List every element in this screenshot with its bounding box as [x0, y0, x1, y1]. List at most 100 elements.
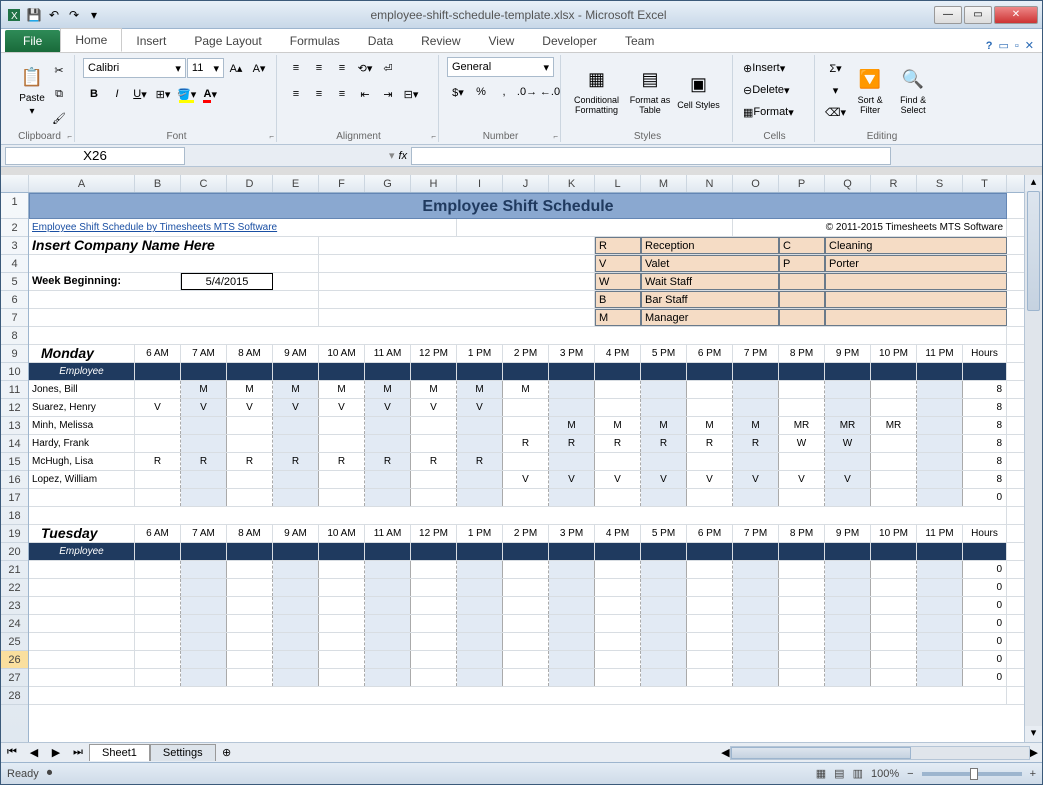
- minimize-ribbon-icon[interactable]: ▭: [998, 39, 1008, 52]
- decrease-font-icon[interactable]: A▾: [249, 58, 269, 78]
- shift-cell[interactable]: [181, 489, 227, 506]
- format-painter-icon[interactable]: 🖌: [49, 108, 69, 128]
- shift-cell[interactable]: [733, 561, 779, 578]
- row-header-21[interactable]: 21: [1, 561, 28, 579]
- tab-nav-next-icon[interactable]: ▶: [46, 743, 66, 763]
- employee-name[interactable]: Suarez, Henry: [29, 399, 135, 416]
- shift-cell[interactable]: R: [135, 453, 181, 470]
- cell-grid[interactable]: Employee Shift ScheduleEmployee Shift Sc…: [29, 193, 1024, 742]
- shift-cell[interactable]: [503, 399, 549, 416]
- shift-cell[interactable]: R: [227, 453, 273, 470]
- tab-page-layout[interactable]: Page Layout: [180, 30, 275, 52]
- shift-cell[interactable]: [135, 651, 181, 668]
- hours-cell[interactable]: 8: [963, 417, 1007, 434]
- insert-cells-button[interactable]: ⊕ Insert ▾: [742, 58, 812, 78]
- tab-home[interactable]: Home: [60, 28, 122, 52]
- align-top-icon[interactable]: ≡: [286, 58, 306, 78]
- shift-cell[interactable]: [365, 633, 411, 650]
- shift-cell[interactable]: [733, 651, 779, 668]
- row-header-24[interactable]: 24: [1, 615, 28, 633]
- shift-cell[interactable]: [273, 417, 319, 434]
- orientation-icon[interactable]: ⟲▾: [355, 58, 375, 78]
- shift-cell[interactable]: [365, 435, 411, 452]
- company-name[interactable]: Insert Company Name Here: [29, 237, 319, 254]
- sheet-tab-settings[interactable]: Settings: [150, 744, 216, 761]
- employee-name[interactable]: [29, 651, 135, 668]
- undo-icon[interactable]: ↶: [45, 6, 63, 24]
- shift-cell[interactable]: [503, 489, 549, 506]
- shift-cell[interactable]: V: [687, 471, 733, 488]
- shift-cell[interactable]: [779, 561, 825, 578]
- name-box[interactable]: [5, 147, 185, 165]
- shift-cell[interactable]: [549, 399, 595, 416]
- shift-cell[interactable]: [135, 489, 181, 506]
- hours-hdr[interactable]: Hours: [963, 525, 1007, 542]
- employee-name[interactable]: Lopez, William: [29, 471, 135, 488]
- shift-cell[interactable]: [457, 435, 503, 452]
- shift-cell[interactable]: [273, 489, 319, 506]
- hours-hdr[interactable]: Hours: [963, 345, 1007, 362]
- shift-cell[interactable]: [227, 669, 273, 686]
- shift-cell[interactable]: [871, 399, 917, 416]
- shift-cell[interactable]: [503, 669, 549, 686]
- time-hdr[interactable]: 6 PM: [687, 345, 733, 362]
- shift-cell[interactable]: [871, 561, 917, 578]
- shift-cell[interactable]: [871, 633, 917, 650]
- shift-cell[interactable]: [871, 651, 917, 668]
- time-hdr[interactable]: 12 PM: [411, 345, 457, 362]
- shift-cell[interactable]: [917, 633, 963, 650]
- shift-cell[interactable]: M: [503, 381, 549, 398]
- time-hdr[interactable]: 5 PM: [641, 345, 687, 362]
- shift-cell[interactable]: [411, 579, 457, 596]
- shift-cell[interactable]: [687, 489, 733, 506]
- font-size-combo[interactable]: 11▾: [187, 58, 224, 78]
- shift-cell[interactable]: [503, 453, 549, 470]
- tab-insert[interactable]: Insert: [122, 30, 180, 52]
- shift-cell[interactable]: M: [687, 417, 733, 434]
- font-name-combo[interactable]: Calibri▾: [83, 58, 186, 78]
- shift-cell[interactable]: [871, 615, 917, 632]
- shift-cell[interactable]: [365, 597, 411, 614]
- shift-cell[interactable]: V: [181, 399, 227, 416]
- format-cells-button[interactable]: ▦ Format ▾: [742, 102, 812, 122]
- shift-cell[interactable]: [917, 489, 963, 506]
- shift-cell[interactable]: [411, 633, 457, 650]
- format-as-table-button[interactable]: ▤Format as Table: [625, 57, 675, 123]
- shift-cell[interactable]: MR: [871, 417, 917, 434]
- time-hdr[interactable]: 10 AM: [319, 525, 365, 542]
- hours-cell[interactable]: 0: [963, 561, 1007, 578]
- employee-name[interactable]: [29, 579, 135, 596]
- hours-cell[interactable]: 0: [963, 579, 1007, 596]
- shift-cell[interactable]: [779, 399, 825, 416]
- currency-button[interactable]: $▾: [448, 82, 468, 102]
- shift-cell[interactable]: [135, 669, 181, 686]
- shift-cell[interactable]: [595, 633, 641, 650]
- shift-cell[interactable]: [687, 561, 733, 578]
- row-header-26[interactable]: 26: [1, 651, 28, 669]
- scroll-down-icon[interactable]: ▾: [1025, 726, 1042, 742]
- number-format-combo[interactable]: General▾: [447, 57, 554, 77]
- tab-nav-prev-icon[interactable]: ◀: [24, 743, 44, 763]
- shift-cell[interactable]: [319, 417, 365, 434]
- formula-input[interactable]: [411, 147, 891, 165]
- col-header-G[interactable]: G: [365, 175, 411, 192]
- shift-cell[interactable]: [549, 597, 595, 614]
- alignment-launcher-icon[interactable]: ⌐: [431, 132, 436, 141]
- tab-data[interactable]: Data: [354, 30, 407, 52]
- shift-cell[interactable]: R: [273, 453, 319, 470]
- shift-cell[interactable]: [549, 579, 595, 596]
- find-select-button[interactable]: 🔍Find & Select: [892, 57, 934, 123]
- hscroll-left-icon[interactable]: ◀: [721, 746, 729, 759]
- hours-cell[interactable]: 0: [963, 669, 1007, 686]
- align-right-icon[interactable]: ≡: [332, 84, 352, 104]
- copyright-text[interactable]: © 2011-2015 Timesheets MTS Software: [733, 219, 1007, 236]
- row-header-1[interactable]: 1: [1, 193, 28, 219]
- col-header-M[interactable]: M: [641, 175, 687, 192]
- tab-view[interactable]: View: [475, 30, 529, 52]
- sort-filter-button[interactable]: 🔽Sort & Filter: [849, 57, 891, 123]
- legend-code-4[interactable]: M: [595, 309, 641, 326]
- shift-cell[interactable]: [457, 651, 503, 668]
- time-hdr[interactable]: 2 PM: [503, 525, 549, 542]
- row-header-5[interactable]: 5: [1, 273, 28, 291]
- shift-cell[interactable]: [871, 435, 917, 452]
